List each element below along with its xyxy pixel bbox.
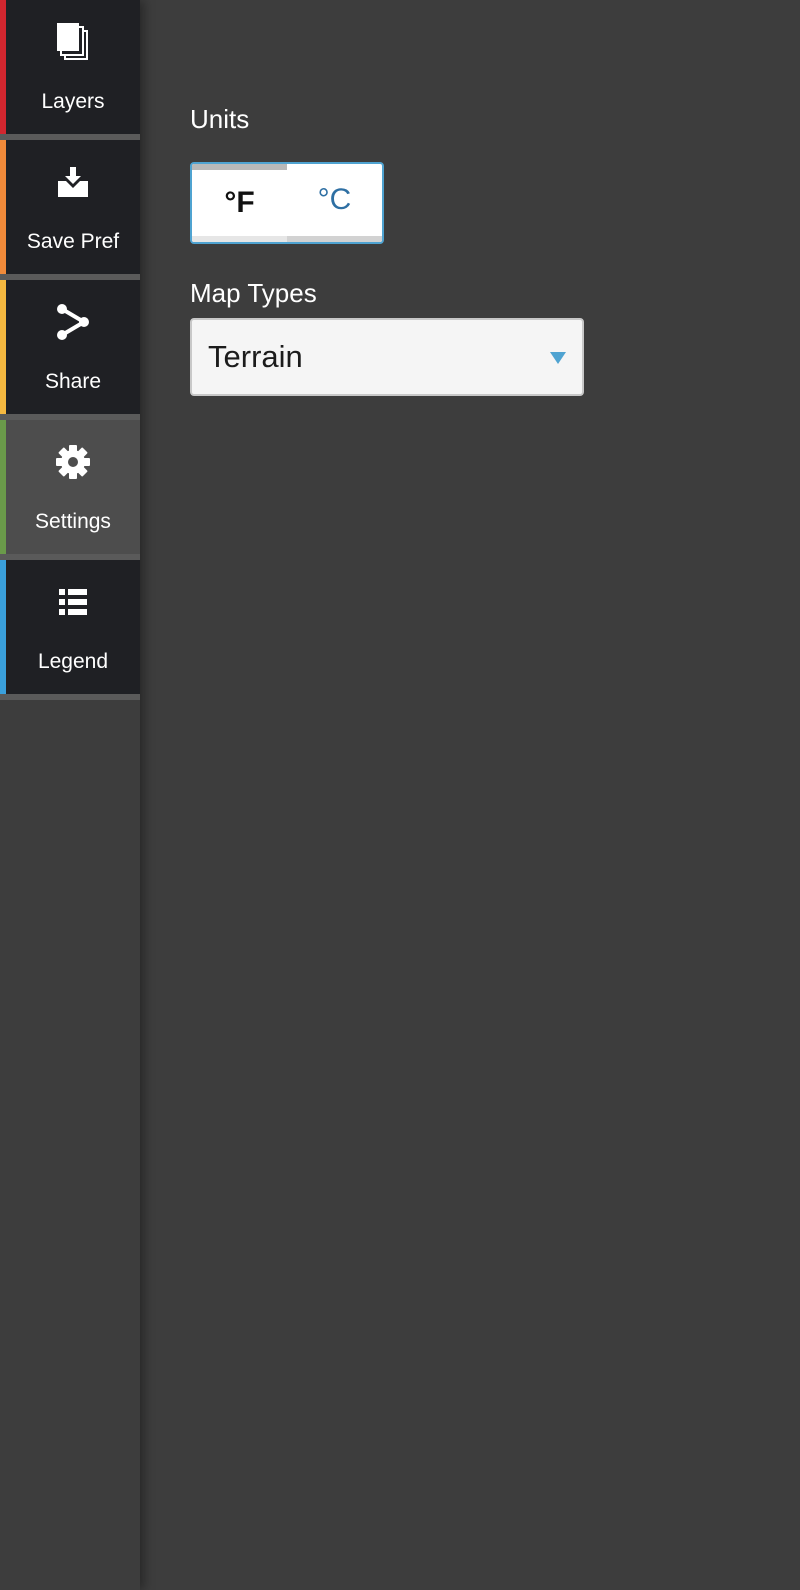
share-icon	[6, 302, 140, 342]
map-types-select[interactable]: Terrain	[190, 318, 584, 396]
gear-icon	[6, 442, 140, 482]
sidebar-item-label: Settings	[35, 510, 111, 533]
map-types-selected-value: Terrain	[208, 339, 303, 374]
layers-icon	[6, 22, 140, 62]
unit-fahrenheit-button[interactable]: °F	[192, 164, 287, 242]
sidebar-item-label: Share	[44, 370, 102, 393]
download-tray-icon	[6, 162, 140, 202]
units-toggle: °F °C	[190, 162, 384, 244]
unit-celsius-button[interactable]: °C	[287, 164, 382, 242]
settings-panel: Units °F °C Map Types Terrain	[140, 0, 800, 1590]
sidebar: Layers Save Pref Share Settings Legend	[0, 0, 140, 1590]
sidebar-item-save-pref[interactable]: Save Pref	[0, 140, 140, 280]
units-label: Units	[190, 104, 250, 134]
sidebar-item-settings[interactable]: Settings	[0, 420, 140, 560]
caret-down-icon	[550, 352, 566, 364]
app-root: Layers Save Pref Share Settings Legend U…	[0, 0, 800, 1590]
sidebar-item-label: Legend	[37, 650, 109, 673]
sidebar-item-share[interactable]: Share	[0, 280, 140, 420]
sidebar-item-layers[interactable]: Layers	[0, 0, 140, 140]
map-types-label: Map Types	[190, 278, 317, 308]
sidebar-item-legend[interactable]: Legend	[0, 560, 140, 700]
sidebar-item-label: Layers	[41, 90, 105, 113]
sidebar-item-label: Save Pref	[26, 230, 120, 253]
list-icon	[6, 582, 140, 622]
